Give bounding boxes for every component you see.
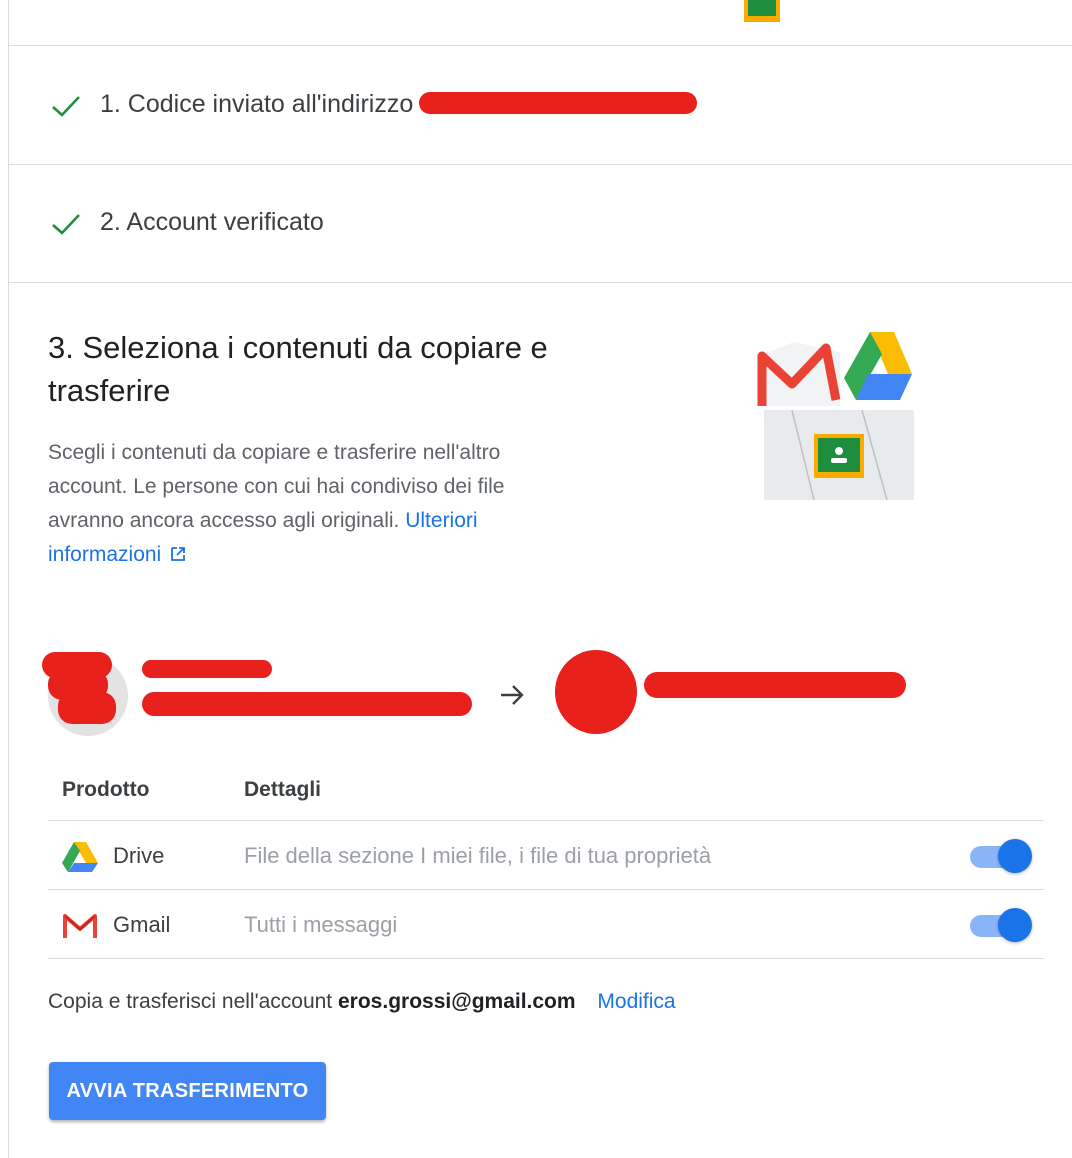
table-row-gmail: Gmail Tutti i messaggi: [48, 890, 1044, 959]
start-transfer-button[interactable]: AVVIA TRASFERIMENTO: [49, 1062, 326, 1120]
drive-toggle[interactable]: [970, 839, 1034, 873]
destination-account-line: Copia e trasferisci nell'account eros.gr…: [48, 990, 676, 1014]
edit-destination-link[interactable]: Modifica: [597, 990, 675, 1013]
section-description: Scegli i contenuti da copiare e trasferi…: [48, 436, 568, 572]
section-title: 3. Seleziona i contenuti da copiare e tr…: [48, 330, 548, 408]
products-table-header: Prodotto Dettagli: [48, 772, 1044, 821]
classroom-icon-fragment: [744, 0, 780, 22]
step-label: 2. Account verificato: [100, 208, 324, 236]
redacted-email: [419, 90, 698, 116]
transfer-illustration: [757, 332, 914, 501]
gmail-icon: [63, 914, 97, 938]
step-label: 1. Codice inviato all'indirizzo: [100, 90, 414, 118]
destination-prefix: Copia e trasferisci nell'account: [48, 990, 333, 1013]
column-details: Dettagli: [244, 778, 322, 801]
product-details: Tutti i messaggi: [244, 912, 398, 937]
google-drive-icon: [62, 842, 98, 872]
check-icon: [52, 96, 80, 117]
destination-email: eros.grossi@gmail.com: [338, 990, 576, 1013]
step-account-verified: 2. Account verificato: [8, 164, 1072, 283]
check-icon: [52, 214, 80, 235]
product-name: Gmail: [113, 912, 171, 937]
toggle-knob: [998, 839, 1032, 873]
table-row-drive: Drive File della sezione I miei file, i …: [48, 821, 1044, 890]
product-details: File della sezione I miei file, i file d…: [244, 843, 712, 868]
arrow-right-icon: [501, 685, 524, 705]
toggle-knob: [998, 908, 1032, 942]
step-code-sent: 1. Codice inviato all'indirizzo: [8, 45, 1072, 165]
product-name: Drive: [113, 843, 165, 868]
external-link-icon: [171, 547, 186, 561]
gmail-toggle[interactable]: [970, 908, 1034, 942]
column-product: Prodotto: [62, 778, 150, 801]
